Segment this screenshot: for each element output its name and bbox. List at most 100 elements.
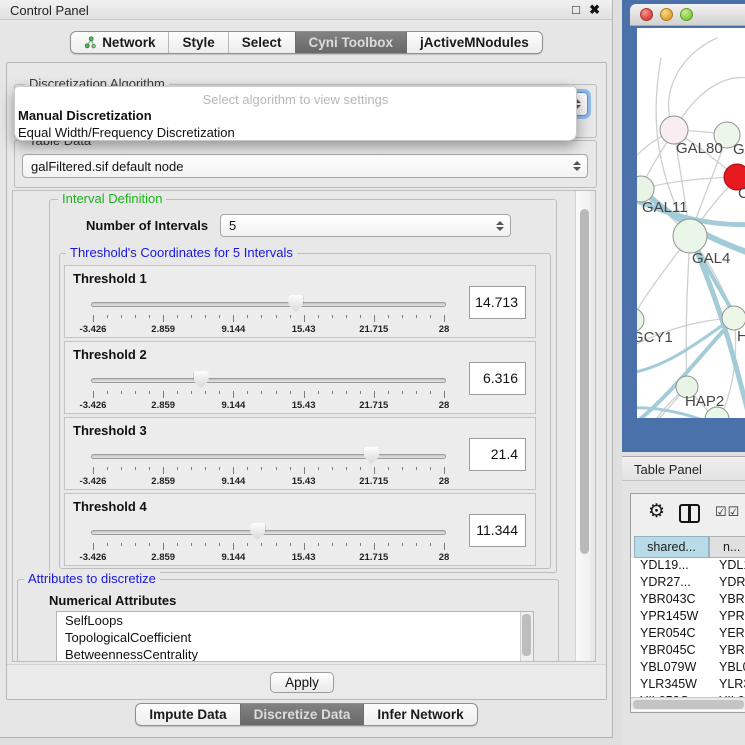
slider-knob[interactable] — [288, 295, 303, 312]
tick-mark — [219, 543, 220, 546]
table-row[interactable]: YBL079WYBL0 — [631, 660, 745, 677]
tick-mark — [247, 315, 248, 318]
tick-mark — [290, 315, 291, 318]
table-row[interactable]: YBR045CYBR0 — [631, 643, 745, 660]
tab-network[interactable]: Network — [71, 32, 168, 53]
attribute-item-selfloops[interactable]: SelfLoops — [57, 612, 533, 629]
threshold-value-field[interactable]: 11.344 — [469, 514, 526, 547]
bottom-tab-impute-data[interactable]: Impute Data — [136, 704, 239, 725]
slider-knob[interactable] — [250, 523, 265, 540]
split-view-icon[interactable] — [679, 504, 700, 523]
checkboxes-icon[interactable]: ☑☑ — [715, 504, 740, 520]
threshold-slider-4[interactable]: -3.4262.8599.14415.4321.71528 — [91, 526, 446, 564]
table-hscrollbar-track[interactable] — [631, 697, 745, 710]
table-row[interactable]: YBR043CYBR0 — [631, 592, 745, 609]
tab-jactivemnodules[interactable]: jActiveMNodules — [406, 32, 542, 53]
slider-knob[interactable] — [364, 447, 379, 464]
tick-mark — [332, 391, 333, 394]
slider-ticks — [93, 391, 444, 399]
network-tab-icon — [84, 36, 97, 49]
apply-button[interactable]: Apply — [270, 672, 334, 693]
threshold-value-field[interactable]: 21.4 — [469, 438, 526, 471]
cell-name: YBL0 — [719, 660, 745, 674]
table-hscrollbar-thumb[interactable] — [633, 700, 744, 709]
panel-scrollbar-track[interactable] — [575, 191, 591, 661]
slider-tick-labels: -3.4262.8599.14415.4321.71528 — [93, 476, 444, 488]
network-node-label: GAL11 — [642, 199, 688, 216]
tick-mark — [261, 467, 262, 470]
zoom-traffic-light-icon[interactable] — [680, 8, 693, 21]
gear-icon[interactable]: ⚙ — [648, 502, 665, 522]
tick-label: 21.715 — [359, 400, 388, 411]
table-row[interactable]: YDR27...YDR2 — [631, 575, 745, 592]
list-scrollbar-thumb[interactable] — [522, 614, 531, 656]
threshold-slider-3[interactable]: -3.4262.8599.14415.4321.71528 — [91, 450, 446, 488]
control-panel-window: Control Panel □ ✖ NetworkStyleSelectCyni… — [0, 0, 613, 738]
tick-mark — [205, 543, 206, 546]
close-traffic-light-icon[interactable] — [640, 8, 653, 21]
threshold-value-field[interactable]: 14.713 — [469, 286, 526, 319]
slider-ticks — [93, 315, 444, 323]
attribute-item-topologicalcoefficient[interactable]: TopologicalCoefficient — [57, 629, 533, 646]
threshold-slider-2[interactable]: -3.4262.8599.14415.4321.71528 — [91, 374, 446, 412]
slider-track[interactable] — [91, 454, 446, 459]
slider-knob[interactable] — [194, 371, 209, 388]
slider-track[interactable] — [91, 378, 446, 383]
panel-scrollbar-thumb[interactable] — [580, 209, 589, 554]
slider-tick-labels: -3.4262.8599.14415.4321.71528 — [93, 552, 444, 564]
dropdown-option-manual-discretization[interactable]: Manual Discretization — [15, 107, 576, 124]
table-row[interactable]: YPR145WYPR1 — [631, 609, 745, 626]
attribute-item-betweennesscentrality[interactable]: BetweennessCentrality — [57, 646, 533, 662]
tick-mark — [388, 315, 389, 318]
bottom-tab-label: Impute Data — [149, 707, 226, 722]
tick-mark — [177, 467, 178, 470]
slider-ticks — [93, 543, 444, 551]
slider-track[interactable] — [91, 302, 446, 307]
threshold-slider-1[interactable]: -3.4262.8599.14415.4321.71528 — [91, 298, 446, 336]
network-window-titlebar[interactable] — [630, 4, 745, 26]
numerical-attributes-list: SelfLoopsTopologicalCoefficientBetweenne… — [56, 611, 534, 662]
tick-mark — [402, 543, 403, 546]
table-row[interactable]: YLR345WYLR3 — [631, 677, 745, 694]
tick-mark — [163, 315, 164, 322]
threshold-value-field[interactable]: 6.316 — [469, 362, 526, 395]
column-header-shared-name[interactable]: shared... — [634, 536, 709, 558]
table-row[interactable]: YDL19...YDL1 — [631, 558, 745, 575]
tick-mark — [149, 467, 150, 470]
table-row[interactable]: YER054CYER0 — [631, 626, 745, 643]
network-canvas[interactable]: GAL80GACGAL11GAL4GCY1HHAP2 — [637, 28, 745, 418]
tick-label: 2.859 — [151, 400, 175, 411]
tab-style[interactable]: Style — [168, 32, 227, 53]
list-scrollbar-track[interactable] — [520, 612, 533, 662]
network-node-label: GA — [733, 141, 745, 158]
column-header-label: n... — [723, 540, 740, 554]
tick-mark — [93, 467, 94, 474]
tick-mark — [121, 315, 122, 318]
tick-mark — [416, 391, 417, 394]
tick-mark — [149, 391, 150, 394]
tick-mark — [304, 543, 305, 550]
close-window-icon[interactable]: ✖ — [589, 2, 600, 18]
network-node-gal4[interactable] — [673, 219, 707, 253]
tab-cyni-toolbox[interactable]: Cyni Toolbox — [295, 32, 407, 53]
table-data-combobox[interactable]: galFiltered.sif default node — [22, 154, 588, 178]
tick-mark — [346, 543, 347, 546]
tick-mark — [205, 315, 206, 318]
float-window-icon[interactable]: □ — [572, 2, 580, 17]
network-edge[interactable] — [641, 177, 736, 189]
threshold-panel-2: Threshold 2-3.4262.8599.14415.4321.71528… — [64, 341, 536, 414]
tick-mark — [149, 543, 150, 546]
network-node-h[interactable] — [722, 306, 745, 330]
combo-stepper-icon — [573, 155, 581, 177]
bottom-tab-infer-network[interactable]: Infer Network — [363, 704, 476, 725]
bottom-tab-discretize-data[interactable]: Discretize Data — [240, 704, 364, 725]
number-of-intervals-combobox[interactable]: 5 — [220, 214, 511, 237]
dropdown-option-equal-width-frequency-discretization[interactable]: Equal Width/Frequency Discretization — [15, 124, 576, 141]
minimize-traffic-light-icon[interactable] — [660, 8, 673, 21]
network-edge[interactable] — [686, 236, 690, 385]
tab-select[interactable]: Select — [228, 32, 295, 53]
tick-label: 2.859 — [151, 552, 175, 563]
slider-track[interactable] — [91, 530, 446, 535]
tick-label: -3.426 — [80, 552, 107, 563]
column-header-name[interactable]: n... — [709, 536, 745, 558]
